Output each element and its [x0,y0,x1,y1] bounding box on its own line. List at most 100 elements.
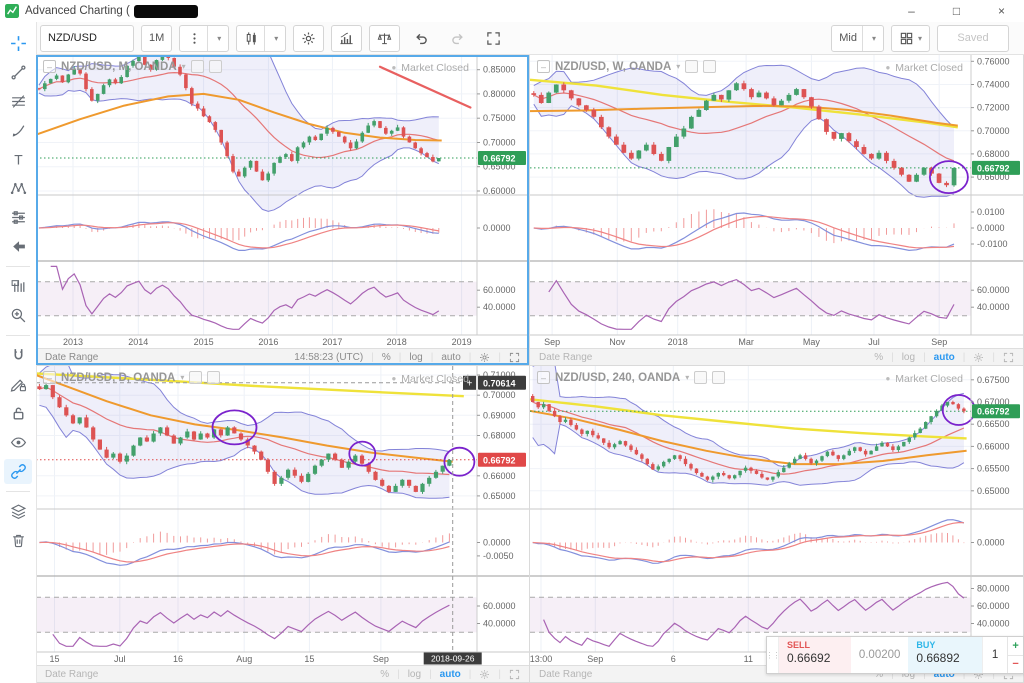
close-button[interactable]: × [979,0,1024,22]
chart-panel-weekly[interactable]: 0.760000.740000.720000.700000.680000.660… [530,55,1024,366]
svg-text:0.0000: 0.0000 [977,538,1005,548]
undo-button[interactable] [407,26,436,51]
maximize-chart-button[interactable] [1003,352,1014,363]
grid-layout-icon [899,31,914,46]
svg-text:2018: 2018 [387,337,407,347]
svg-text:0.66000: 0.66000 [977,441,1010,451]
chart-settings-button[interactable] [479,352,490,363]
trend-line-tool[interactable] [4,60,32,85]
timeframe-options-button[interactable]: ▾ [179,25,229,52]
%-toggle[interactable]: % [874,352,883,363]
crosshair-tool[interactable] [4,31,32,56]
fib-tools-tool[interactable] [4,89,32,114]
chart-settings-button[interactable] [479,669,490,680]
layout-dropdown[interactable]: ▾ [891,25,930,52]
quantity-value[interactable]: 1 [982,637,1007,673]
chart-type-button[interactable]: ▾ [236,25,286,52]
lock-all-tool[interactable] [4,401,32,426]
remove-all-tool[interactable] [4,528,32,553]
svg-text:60.0000: 60.0000 [483,601,516,611]
log-toggle[interactable]: log [902,352,915,363]
chart-canvas[interactable]: 0.760000.740000.720000.700000.680000.660… [530,55,1023,348]
maximize-chart-button[interactable] [509,669,520,680]
quantity-decrease-button[interactable]: − [1008,656,1023,674]
svg-text:Aug: Aug [236,654,252,664]
buy-button[interactable]: BUY 0.66892 [908,637,982,673]
layers-tool[interactable] [4,499,32,524]
chart-clock: 14:58:23 (UTC) [294,352,363,363]
drawing-lock-tool[interactable] [4,372,32,397]
compare-button[interactable] [369,25,400,52]
svg-text:15: 15 [304,654,314,664]
window-titlebar: Advanced Charting ( – □ × [0,0,1024,22]
log-toggle[interactable]: log [409,352,422,363]
app-icon [5,4,19,18]
symbol-input[interactable]: NZD/USD [40,25,134,52]
svg-text:0.85000: 0.85000 [483,65,516,75]
chevron-down-icon: ▾ [872,34,876,43]
svg-text:0.70000: 0.70000 [977,126,1010,136]
maximize-chart-button[interactable] [509,352,520,363]
date-range-button[interactable]: Date Range [45,669,98,680]
zoom-in-tool[interactable] [4,303,32,328]
redo-icon [450,31,465,46]
chart-canvas[interactable]: 0.850000.800000.750000.700000.650000.600… [36,55,529,348]
indicators-button[interactable] [331,25,362,52]
svg-text:0.65000: 0.65000 [483,491,516,501]
auto-toggle[interactable]: auto [934,352,955,363]
date-range-button[interactable]: Date Range [539,352,592,363]
svg-text:60.0000: 60.0000 [483,285,516,295]
chevron-down-icon: ▾ [217,34,221,43]
fullscreen-button[interactable] [479,26,508,51]
chart-panel-daily[interactable]: 0.710000.700000.690000.680000.660000.650… [36,366,530,683]
price-mode-dropdown[interactable]: Mid ▾ [831,25,884,52]
drag-handle[interactable]: ⋮⋮ [767,637,779,673]
saved-button[interactable]: Saved [937,25,1009,52]
date-range-button[interactable]: Date Range [45,352,98,363]
maximize-button[interactable]: □ [934,0,979,22]
chart-canvas[interactable]: 0.710000.700000.690000.680000.660000.650… [36,366,529,665]
redo-button[interactable] [443,26,472,51]
hide-all-tool[interactable] [4,430,32,455]
auto-toggle[interactable]: auto [441,352,460,363]
magnet-tool[interactable] [4,343,32,368]
xabcd-pattern-icon [10,180,27,197]
%-toggle[interactable]: % [380,669,389,680]
timeframe-button[interactable]: 1M [141,25,172,52]
svg-text:Jul: Jul [114,654,126,664]
log-toggle[interactable]: log [408,669,421,680]
sync-drawings-tool[interactable] [4,459,32,484]
svg-text:40.0000: 40.0000 [977,619,1010,629]
svg-text:2018: 2018 [668,337,688,347]
chart-settings-button[interactable] [973,352,984,363]
svg-text:0.66792: 0.66792 [977,407,1010,417]
status-dot-icon: ● [885,375,890,383]
svg-text:16: 16 [173,654,183,664]
svg-text:Mar: Mar [738,337,754,347]
auto-toggle[interactable]: auto [440,669,461,680]
minimize-button[interactable]: – [889,0,934,22]
forecast-tool[interactable] [4,205,32,230]
xabcd-pattern-tool[interactable] [4,176,32,201]
brush-tool[interactable] [4,118,32,143]
sell-button[interactable]: SELL 0.66692 [779,637,851,673]
chart-bottom-bar: Date Range%|log|auto|| [36,665,529,682]
date-range-button[interactable]: Date Range [539,669,592,680]
quantity-increase-button[interactable]: + [1008,637,1023,656]
chart-panel-monthly[interactable]: 0.850000.800000.750000.700000.650000.600… [36,55,530,366]
svg-text:0.68000: 0.68000 [483,431,516,441]
svg-text:0.65000: 0.65000 [977,486,1010,496]
settings-button[interactable] [293,25,324,52]
back-tool[interactable] [4,234,32,259]
text-tool[interactable]: T [4,147,32,172]
chart-canvas[interactable]: 0.675000.670000.665000.660000.655000.650… [530,366,1023,665]
bar-pattern-tool[interactable] [4,274,32,299]
svg-text:0.70614: 0.70614 [483,378,516,388]
%-toggle[interactable]: % [382,352,391,363]
svg-text:2019: 2019 [452,337,472,347]
svg-text:0.76000: 0.76000 [977,56,1010,66]
sell-price: 0.66692 [787,651,830,665]
svg-text:2015: 2015 [194,337,214,347]
svg-text:0.66000: 0.66000 [483,471,516,481]
svg-text:0.69000: 0.69000 [483,410,516,420]
